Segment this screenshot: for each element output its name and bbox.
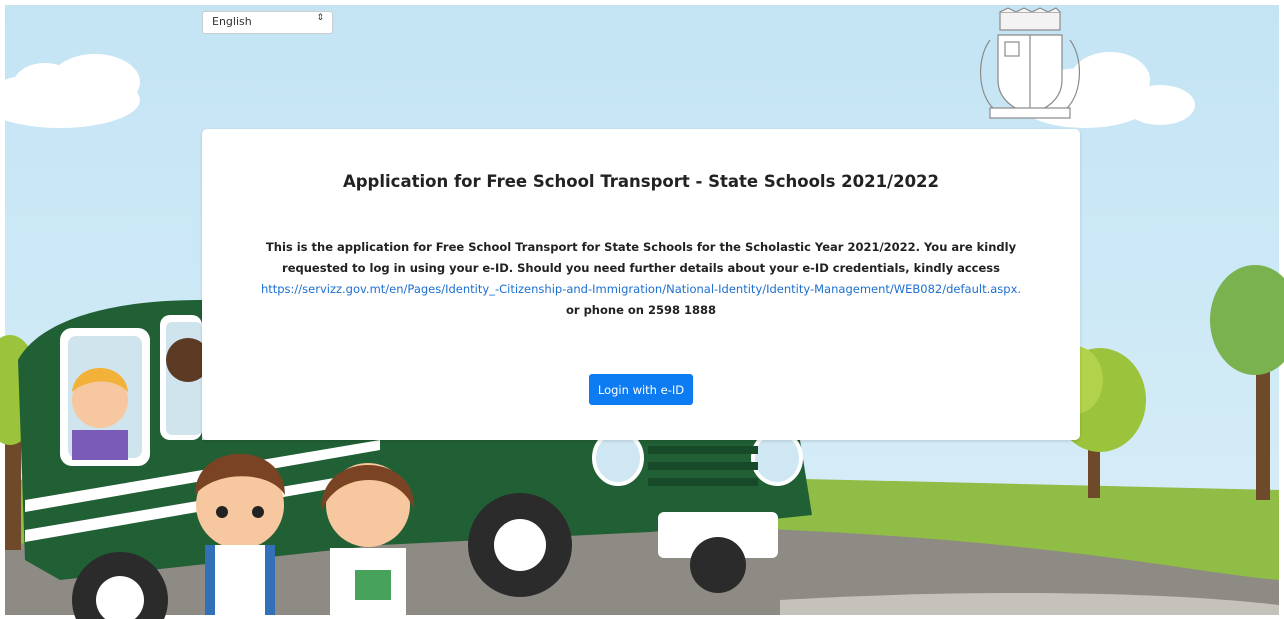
language-select[interactable]: English ⇕ — [202, 11, 333, 34]
login-with-eid-button[interactable]: Login with e-ID — [589, 374, 693, 405]
application-card: Application for Free School Transport - … — [202, 129, 1080, 440]
page-title: Application for Free School Transport - … — [342, 172, 940, 191]
application-description: This is the application for Free School … — [238, 237, 1044, 321]
language-select-value: English — [212, 15, 252, 28]
child-in-window — [72, 368, 128, 460]
chevron-updown-icon: ⇕ — [316, 13, 324, 23]
identity-management-link[interactable]: https://servizz.gov.mt/en/Pages/Identity… — [238, 279, 1044, 300]
phone-line: or phone on 2598 1888 — [566, 303, 716, 317]
boy — [195, 453, 285, 615]
description-text: This is the application for Free School … — [265, 240, 1017, 275]
